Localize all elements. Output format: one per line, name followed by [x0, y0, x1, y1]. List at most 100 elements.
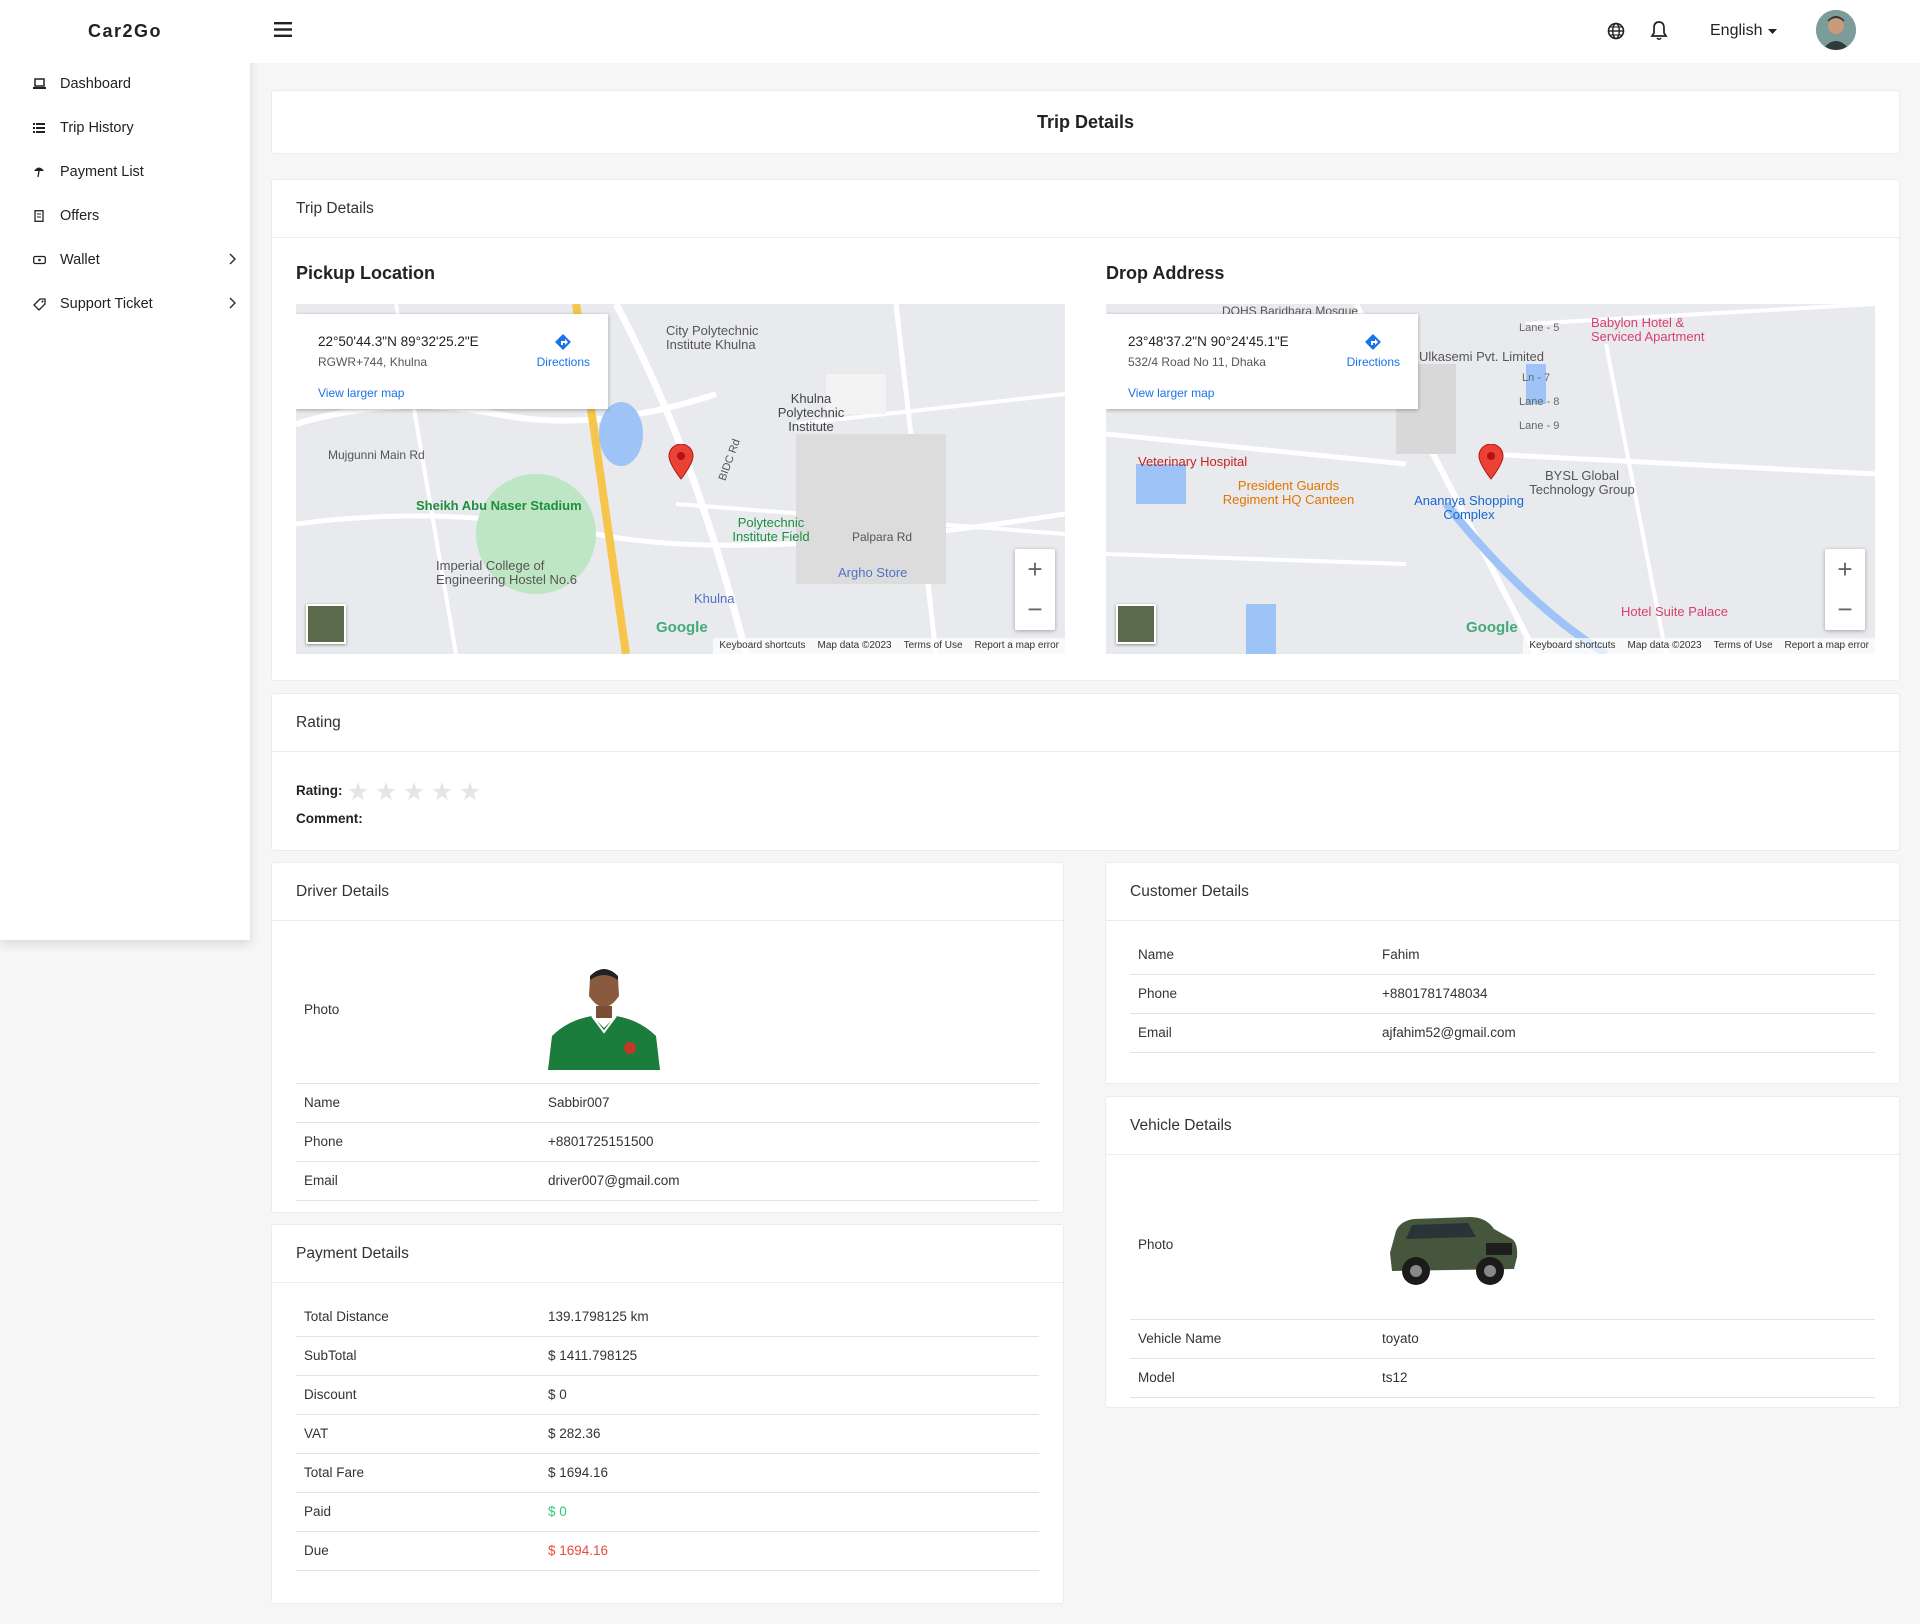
map-label: Lane - 5: [1519, 322, 1560, 334]
star-icon[interactable]: [460, 782, 480, 801]
trip-details-card: Trip Details Pickup Location Drop Addres…: [271, 179, 1900, 681]
zoom-out-button[interactable]: −: [1015, 589, 1055, 629]
table-row: Model ts12: [1130, 1358, 1875, 1398]
keyboard-shortcuts-link[interactable]: Keyboard shortcuts: [719, 640, 805, 652]
row-key: Due: [296, 1531, 540, 1571]
directions-icon: [537, 332, 590, 355]
star-icon[interactable]: [348, 782, 368, 801]
drop-map[interactable]: DOHS Baridhara Mosque Babylon Hotel & Se…: [1106, 304, 1875, 654]
payment-details-card: Payment Details Total Distance 139.179812…: [271, 1224, 1064, 1604]
driver-details-card: Driver Details Photo Name Sabbir007 Phone…: [271, 862, 1064, 1213]
sidebar-item-wallet[interactable]: Wallet: [0, 238, 250, 282]
wallet-icon: [32, 253, 46, 267]
directions-button[interactable]: Directions: [537, 332, 590, 369]
card-title: Vehicle Details: [1106, 1097, 1899, 1155]
language-dropdown[interactable]: English: [1710, 22, 1778, 40]
zoom-in-button[interactable]: +: [1015, 549, 1055, 589]
customer-table: Name Fahim Phone +8801781748034 Email ajfah…: [1130, 935, 1875, 1053]
star-icon[interactable]: [404, 782, 424, 801]
map-info-box: 23°48'37.2"N 90°24'45.1"E 532/4 Road No …: [1106, 314, 1418, 409]
map-label: Lane - 8: [1519, 396, 1560, 408]
map-label: Ln - 7: [1522, 372, 1551, 384]
zoom-out-button[interactable]: −: [1825, 589, 1865, 629]
drop-address: 532/4 Road No 11, Dhaka: [1128, 355, 1266, 369]
sidebar-item-trip-history[interactable]: Trip History: [0, 106, 250, 150]
row-key: Name: [1130, 935, 1374, 975]
topbar: English: [250, 0, 1920, 63]
table-row: VAT $ 282.36: [296, 1414, 1039, 1454]
brand-logo[interactable]: Car2Go: [0, 0, 250, 62]
table-row: Name Sabbir007: [296, 1083, 1039, 1123]
list-icon: [32, 121, 46, 135]
card-title: Driver Details: [272, 863, 1063, 921]
map-label: Sheikh Abu Naser Stadium: [416, 498, 582, 513]
map-info-box: 22°50'44.3"N 89°32'25.2"E RGWR+744, Khul…: [296, 314, 608, 409]
row-value: $ 282.36: [540, 1414, 1039, 1454]
sidebar-item-label: Offers: [60, 208, 100, 224]
row-value: $ 1694.16: [540, 1453, 1039, 1493]
drop-coords: 23°48'37.2"N 90°24'45.1"E: [1128, 334, 1289, 349]
vehicle-table: Photo Vehicle Name toyato Model ts12: [1130, 1171, 1875, 1398]
map-marker-icon[interactable]: [1478, 443, 1504, 485]
row-key: Vehicle Name: [1130, 1319, 1374, 1359]
map-label: President Guards Regiment HQ Canteen: [1222, 478, 1355, 507]
map-label: Ulkasemi Pvt. Limited: [1419, 349, 1544, 364]
rating-label: Rating:: [296, 783, 343, 799]
satellite-toggle[interactable]: [306, 604, 346, 644]
pickup-map[interactable]: Sheikh Abu Naser Stadium Imperial Colleg…: [296, 304, 1065, 654]
row-value: ajfahim52@gmail.com: [1374, 1013, 1875, 1053]
globe-icon[interactable]: [1607, 22, 1625, 45]
card-title: Payment Details: [272, 1225, 1063, 1283]
star-icon[interactable]: [376, 782, 396, 801]
view-larger-map-link[interactable]: View larger map: [1128, 386, 1214, 400]
directions-button[interactable]: Directions: [1347, 332, 1400, 369]
sidebar-item-label: Support Ticket: [60, 296, 153, 312]
terms-link[interactable]: Terms of Use: [904, 640, 963, 652]
table-row: Due $ 1694.16: [296, 1531, 1039, 1571]
report-error-link[interactable]: Report a map error: [1785, 640, 1869, 652]
bell-icon[interactable]: [1650, 20, 1668, 46]
sidebar-item-support-ticket[interactable]: Support Ticket: [0, 282, 250, 326]
zoom-in-button[interactable]: +: [1825, 549, 1865, 589]
map-marker-icon[interactable]: [668, 443, 694, 485]
view-larger-map-link[interactable]: View larger map: [318, 386, 404, 400]
menu-toggle-icon[interactable]: [274, 22, 292, 42]
star-rating[interactable]: [348, 782, 480, 801]
table-row: Paid $ 0: [296, 1492, 1039, 1532]
drop-title: Drop Address: [1106, 263, 1225, 283]
row-key: Email: [1130, 1013, 1374, 1053]
chevron-right-icon: [228, 297, 237, 313]
sidebar-item-label: Trip History: [60, 120, 134, 136]
map-label: Anannya Shopping Complex: [1414, 493, 1524, 522]
row-value: Fahim: [1374, 935, 1875, 975]
google-logo: Google: [656, 619, 708, 636]
map-label: Polytechnic Institute Field: [732, 515, 810, 544]
row-value: toyato: [1374, 1319, 1875, 1359]
row-key: Photo: [296, 937, 540, 1084]
keyboard-shortcuts-link[interactable]: Keyboard shortcuts: [1529, 640, 1615, 652]
avatar[interactable]: [1816, 10, 1856, 50]
table-row: Total Distance 139.1798125 km: [296, 1297, 1039, 1337]
satellite-toggle[interactable]: [1116, 604, 1156, 644]
umbrella-icon: [32, 165, 46, 179]
row-key: Name: [296, 1083, 540, 1123]
row-value: ts12: [1374, 1358, 1875, 1398]
table-row: Phone +8801781748034: [1130, 974, 1875, 1014]
payment-table: Total Distance 139.1798125 km SubTotal $ 1…: [296, 1297, 1039, 1571]
sidebar-item-offers[interactable]: Offers: [0, 194, 250, 238]
pickup-address: RGWR+744, Khulna: [318, 355, 428, 369]
sidebar-item-dashboard[interactable]: Dashboard: [0, 62, 250, 106]
map-label: Mujgunni Main Rd: [328, 448, 425, 462]
report-error-link[interactable]: Report a map error: [975, 640, 1059, 652]
sidebar-item-payment-list[interactable]: Payment List: [0, 150, 250, 194]
star-icon[interactable]: [432, 782, 452, 801]
card-title: Trip Details: [272, 180, 1899, 238]
row-key: Discount: [296, 1375, 540, 1415]
terms-link[interactable]: Terms of Use: [1714, 640, 1773, 652]
sidebar-item-label: Wallet: [60, 252, 100, 268]
map-label: Hotel Suite Palace: [1621, 604, 1728, 619]
vehicle-photo: [1382, 1194, 1522, 1295]
sidebar-item-label: Payment List: [60, 164, 144, 180]
row-key: Total Distance: [296, 1297, 540, 1337]
rating-card: Rating Rating: Comment:: [271, 693, 1900, 851]
